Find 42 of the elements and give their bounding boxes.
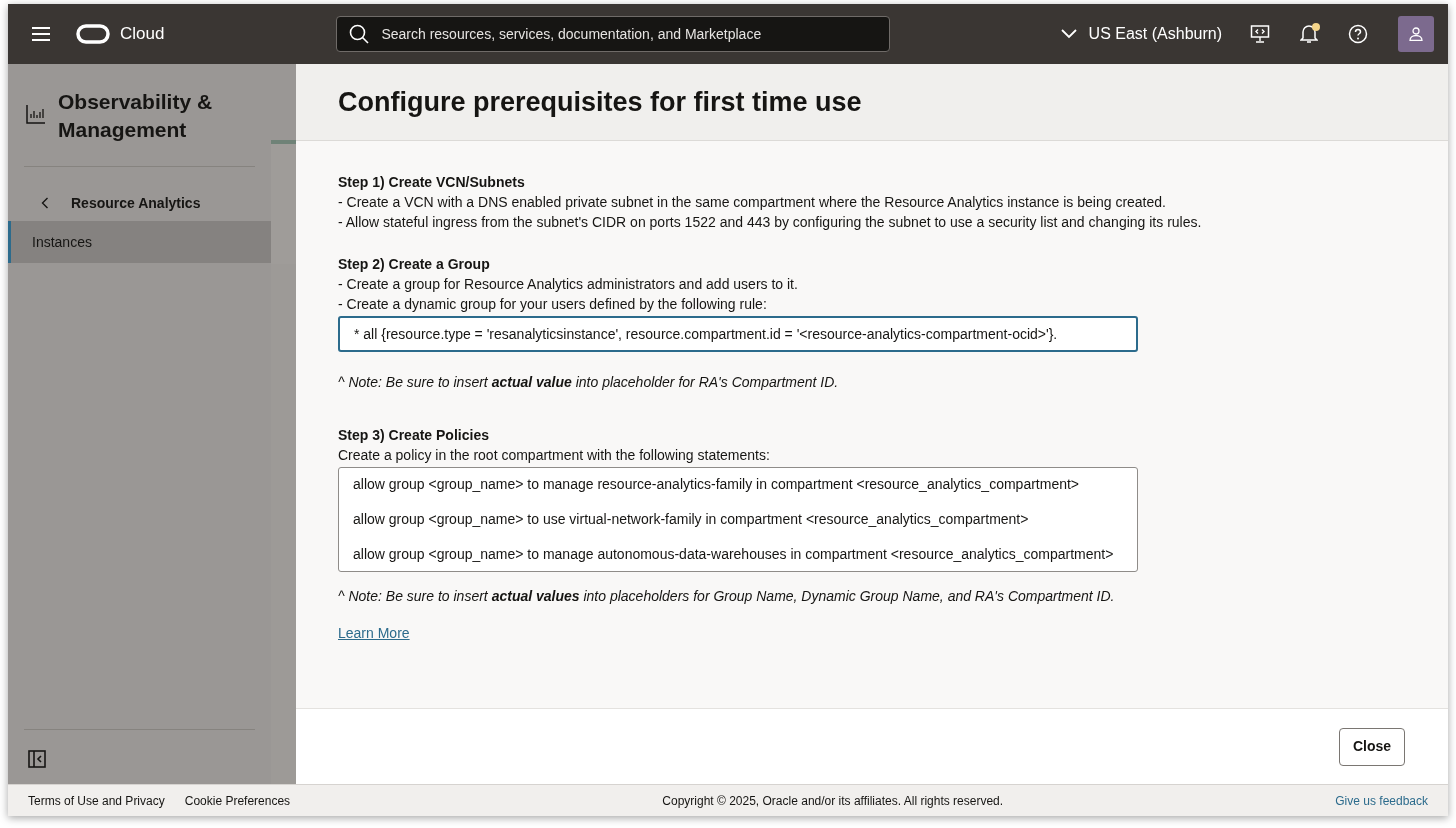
- back-link[interactable]: Resource Analytics: [8, 185, 271, 221]
- step-heading: Step 3) Create Policies: [338, 426, 490, 445]
- step-heading: Step 2) Create a Group: [338, 255, 491, 274]
- footer-link[interactable]: Cookie Preferences: [184, 791, 291, 810]
- logo-icon[interactable]: [76, 24, 110, 44]
- sidebar-title: Observability & Management: [58, 89, 214, 143]
- menu-icon[interactable]: [32, 27, 50, 41]
- step-text: - Create a VCN with a DNS enabled private subnet in the same compartment where the Resource Analytics instance is being created.: [338, 193, 1167, 212]
- learn-more-link[interactable]: Learn More: [338, 623, 410, 644]
- bell-icon: [1300, 24, 1318, 44]
- rule-field[interactable]: * all {resource.type = 'resanalyticsinstance', resource.compartment.id = '<resource-analytics-compartment-ocid>'}.: [338, 316, 1138, 352]
- code-line: allow group <group_name> to manage resource-analytics-family in compartment <resource_analytics_compartment>: [353, 476, 1081, 493]
- step-text: - Create a dynamic group for your users defined by the following rule:: [338, 295, 768, 314]
- step-heading: Step 1) Create VCN/Subnets: [338, 173, 526, 192]
- collapse-panel-icon[interactable]: [28, 750, 46, 768]
- sidebar-item[interactable]: Instances: [8, 221, 271, 263]
- chart-icon: [26, 104, 46, 124]
- note-text: ^ Note: Be sure to insert actual values into placeholders for Group Name, Dynamic Group Name, and RA's Compartment ID.: [338, 587, 1116, 606]
- person-icon: [1409, 27, 1423, 41]
- help-icon[interactable]: [1348, 24, 1368, 44]
- note-text: ^ Note: Be sure to insert actual value into placeholder for RA's Compartment ID.: [338, 373, 840, 392]
- step-text: - Create a group for Resource Analytics administrators and add users to it.: [338, 275, 799, 294]
- code-line: allow group <group_name> to manage autonomous-data-warehouses in compartment <resource_analytics_compartment>: [353, 546, 1115, 563]
- step-text: Create a policy in the root compartment with the following statements:: [338, 446, 771, 465]
- code-line: * all {resource.type = 'resanalyticsinstance', resource.compartment.id = '<resource-analytics-compartment-ocid>'}.: [354, 325, 1059, 344]
- avatar-button[interactable]: [1398, 16, 1434, 52]
- code-line: allow group <group_name> to use virtual-network-family in compartment <resource_analytics_compartment>: [353, 511, 1030, 528]
- policy-text-area[interactable]: [338, 467, 1138, 572]
- dialog-title: Configure prerequisites for first time use: [338, 85, 862, 119]
- step-text: - Allow stateful ingress from the subnet's CIDR on ports 1522 and 443 by configuring the subnet to use a security list and changing its rules.: [338, 213, 1203, 232]
- monitor-code-icon[interactable]: [1250, 24, 1270, 44]
- chevron-left-icon: [41, 197, 49, 209]
- feedback-link[interactable]: Give us feedback: [1335, 791, 1428, 810]
- search-icon: [349, 24, 370, 44]
- footer-link[interactable]: Terms of Use and Privacy: [28, 791, 165, 810]
- notifications-button[interactable]: [1300, 23, 1320, 45]
- chevron-down-icon: [1060, 29, 1077, 39]
- copyright-text: Copyright © 2025, Oracle and/or its affiliates. All rights reserved.: [662, 792, 1004, 810]
- close-button[interactable]: Close: [1339, 727, 1405, 766]
- brand-name: Cloud: [120, 23, 165, 46]
- region-selector[interactable]: US East (Ashburn): [1060, 22, 1222, 46]
- search-field[interactable]: Search resources, services, documentation, and Marketplace: [336, 16, 891, 52]
